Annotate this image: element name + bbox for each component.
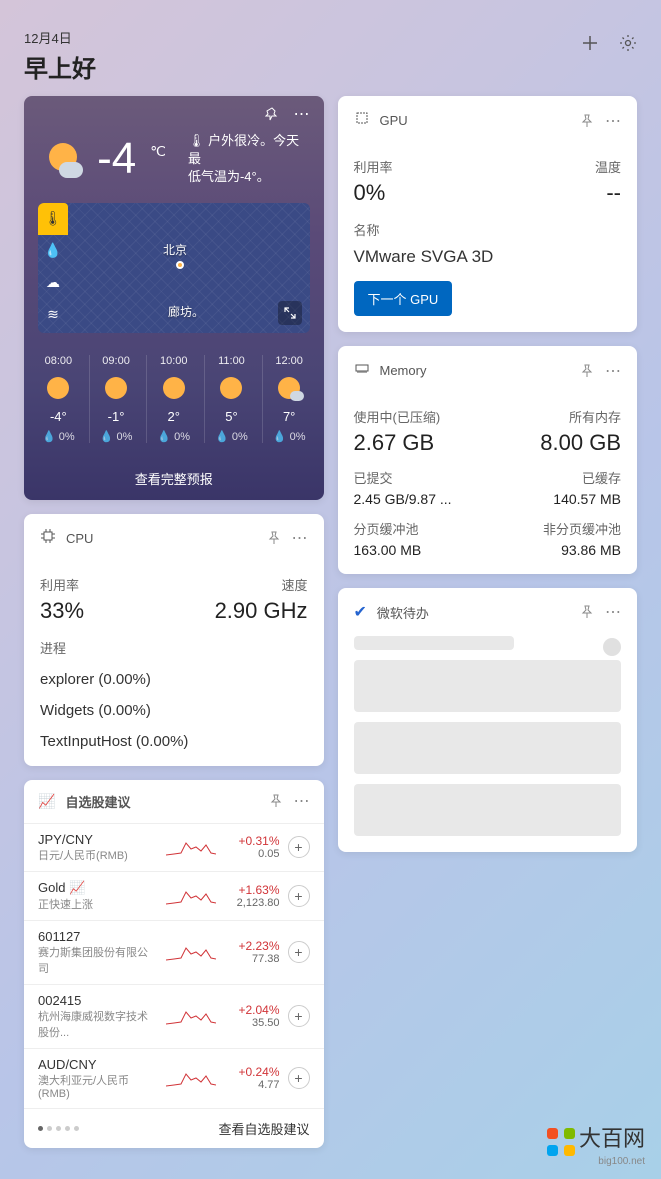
weather-description: 🌡 户外很冷。今天最 低气温为-4°。 bbox=[188, 132, 304, 187]
weather-map[interactable]: 🌡💧☁≋ 北京 廊坊。 bbox=[38, 203, 310, 333]
stock-row[interactable]: JPY/CNY日元/人民币(RMB)+0.31%0.05+ bbox=[24, 823, 324, 871]
pin-icon[interactable] bbox=[579, 113, 595, 129]
gpu-name-value: VMware SVGA 3D bbox=[354, 247, 622, 267]
add-stock-button[interactable]: + bbox=[288, 1067, 310, 1089]
stocks-card: 📈 自选股建议 ⋯ JPY/CNY日元/人民币(RMB)+0.31%0.05+G… bbox=[24, 780, 324, 1148]
mem-used-label: 使用中(已压缩) bbox=[354, 407, 441, 426]
weather-icon bbox=[44, 138, 83, 180]
memory-title: Memory bbox=[380, 363, 570, 378]
pin-icon[interactable] bbox=[579, 604, 595, 620]
gpu-temp-value: -- bbox=[595, 180, 621, 206]
settings-button[interactable] bbox=[619, 34, 637, 52]
full-forecast-link[interactable]: 查看完整预报 bbox=[24, 457, 324, 500]
weather-card: ⋯ -4 ℃ 🌡 户外很冷。今天最 低气温为-4°。 🌡💧☁≋ 北京 廊坊。 0… bbox=[24, 96, 324, 500]
pin-icon[interactable] bbox=[264, 106, 280, 122]
mem-commit-value: 2.45 GB/9.87 ... bbox=[354, 491, 452, 507]
current-temp: -4 bbox=[97, 134, 136, 184]
gpu-util-label: 利用率 bbox=[354, 157, 393, 176]
pin-icon[interactable] bbox=[268, 793, 284, 809]
stock-row[interactable]: Gold 📈正快速上涨+1.63%2,123.80+ bbox=[24, 871, 324, 920]
mem-total-label: 所有内存 bbox=[540, 407, 621, 426]
more-icon[interactable]: ⋯ bbox=[294, 106, 310, 122]
sparkline bbox=[166, 884, 216, 908]
stock-row[interactable]: 002415杭州海康威视数字技术股份...+2.04%35.50+ bbox=[24, 984, 324, 1048]
process-item: explorer (0.00%) bbox=[40, 671, 308, 688]
stocks-link[interactable]: 查看自选股建议 bbox=[218, 1119, 309, 1138]
page-dots[interactable] bbox=[38, 1126, 218, 1131]
sparkline bbox=[166, 1066, 216, 1090]
add-stock-button[interactable]: + bbox=[288, 836, 310, 858]
sparkline bbox=[166, 835, 216, 859]
next-gpu-button[interactable]: 下一个 GPU bbox=[354, 281, 453, 316]
city-marker bbox=[176, 261, 184, 269]
hour-forecast: 12:007°💧 0% bbox=[262, 355, 316, 443]
stock-row[interactable]: AUD/CNY澳大利亚元/人民币(RMB)+0.24%4.77+ bbox=[24, 1048, 324, 1108]
sparkline bbox=[166, 940, 216, 964]
city-label-2: 廊坊。 bbox=[168, 303, 204, 320]
cpu-speed-value: 2.90 GHz bbox=[215, 598, 308, 624]
date-label: 12月4日 bbox=[24, 28, 637, 47]
cpu-util-label: 利用率 bbox=[40, 575, 84, 594]
add-widget-button[interactable] bbox=[581, 34, 599, 52]
cpu-speed-label: 速度 bbox=[215, 575, 308, 594]
gpu-title: GPU bbox=[380, 113, 570, 128]
add-stock-button[interactable]: + bbox=[288, 1005, 310, 1027]
city-label: 北京 bbox=[163, 241, 187, 258]
cpu-proc-label: 进程 bbox=[40, 638, 308, 657]
mem-nonpaged-value: 93.86 MB bbox=[543, 542, 621, 558]
stock-row[interactable]: 601127赛力斯集团股份有限公司+2.23%77.38+ bbox=[24, 920, 324, 984]
mem-commit-label: 已提交 bbox=[354, 468, 452, 487]
watermark: 大百网 big100.net bbox=[547, 1121, 645, 1167]
todo-skeleton bbox=[338, 636, 638, 852]
mem-cached-value: 140.57 MB bbox=[553, 491, 621, 507]
stocks-title: 自选股建议 bbox=[65, 792, 257, 811]
memory-card: Memory ⋯ 使用中(已压缩) 2.67 GB 所有内存 8.00 GB 已提交… bbox=[338, 346, 638, 574]
pin-icon[interactable] bbox=[266, 530, 282, 546]
greeting-label: 早上好 bbox=[24, 49, 637, 84]
gpu-util-value: 0% bbox=[354, 180, 393, 206]
process-item: Widgets (0.00%) bbox=[40, 702, 308, 719]
more-icon[interactable]: ⋯ bbox=[605, 363, 621, 379]
hourly-forecast: 08:00-4°💧 0%09:00-1°💧 0%10:002°💧 0%11:00… bbox=[24, 341, 324, 457]
hour-forecast: 08:00-4°💧 0% bbox=[32, 355, 85, 443]
process-item: TextInputHost (0.00%) bbox=[40, 733, 308, 750]
gpu-icon bbox=[354, 110, 370, 131]
hour-forecast: 09:00-1°💧 0% bbox=[89, 355, 143, 443]
hour-forecast: 11:005°💧 0% bbox=[204, 355, 258, 443]
mem-paged-value: 163.00 MB bbox=[354, 542, 422, 558]
cpu-title: CPU bbox=[66, 531, 256, 546]
add-stock-button[interactable]: + bbox=[288, 941, 310, 963]
stocks-icon: 📈 bbox=[38, 793, 55, 810]
cpu-icon bbox=[40, 528, 56, 549]
mem-nonpaged-label: 非分页缓冲池 bbox=[543, 519, 621, 538]
more-icon[interactable]: ⋯ bbox=[605, 113, 621, 129]
mem-used-value: 2.67 GB bbox=[354, 430, 441, 456]
mem-cached-label: 已缓存 bbox=[553, 468, 621, 487]
gpu-temp-label: 温度 bbox=[595, 157, 621, 176]
gpu-card: GPU ⋯ 利用率 0% 温度 -- 名称 VMware SVGA 3D 下一个 G… bbox=[338, 96, 638, 332]
mem-paged-label: 分页缓冲池 bbox=[354, 519, 422, 538]
expand-icon[interactable] bbox=[278, 301, 302, 325]
more-icon[interactable]: ⋯ bbox=[292, 530, 308, 546]
memory-icon bbox=[354, 360, 370, 381]
more-icon[interactable]: ⋯ bbox=[605, 604, 621, 620]
more-icon[interactable]: ⋯ bbox=[294, 793, 310, 809]
todo-card: ✔ 微软待办 ⋯ bbox=[338, 588, 638, 852]
map-layer-tabs[interactable]: 🌡💧☁≋ bbox=[38, 203, 68, 331]
pin-icon[interactable] bbox=[579, 363, 595, 379]
hour-forecast: 10:002°💧 0% bbox=[146, 355, 200, 443]
mem-total-value: 8.00 GB bbox=[540, 430, 621, 456]
gpu-name-label: 名称 bbox=[354, 220, 622, 239]
sparkline bbox=[166, 1004, 216, 1028]
cpu-card: CPU ⋯ 利用率 33% 速度 2.90 GHz 进程 explorer (0.0… bbox=[24, 514, 324, 766]
add-stock-button[interactable]: + bbox=[288, 885, 310, 907]
temp-unit: ℃ bbox=[150, 143, 166, 160]
todo-title: 微软待办 bbox=[377, 603, 569, 622]
todo-icon: ✔ bbox=[354, 602, 367, 622]
cpu-util-value: 33% bbox=[40, 598, 84, 624]
